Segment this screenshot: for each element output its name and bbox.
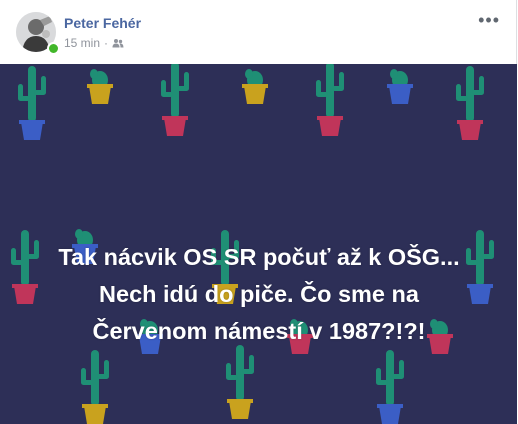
author-name[interactable]: Peter Fehér xyxy=(64,15,141,31)
post-background: Tak nácvik OS SR počuť až k OŠG... Nech … xyxy=(0,64,517,424)
post-meta: 15 min · xyxy=(64,36,124,50)
separator-dot: · xyxy=(104,36,109,50)
post-header: Peter Fehér 15 min · ••• xyxy=(16,11,516,56)
online-status-icon xyxy=(47,42,60,55)
post-text: Tak nácvik OS SR počuť až k OŠG... Nech … xyxy=(58,244,460,344)
post-card: Peter Fehér 15 min · ••• Tak nácvik OS S… xyxy=(0,0,517,424)
post-time[interactable]: 15 min xyxy=(64,36,100,50)
more-options-icon[interactable]: ••• xyxy=(478,11,500,29)
friends-icon[interactable] xyxy=(112,38,124,48)
